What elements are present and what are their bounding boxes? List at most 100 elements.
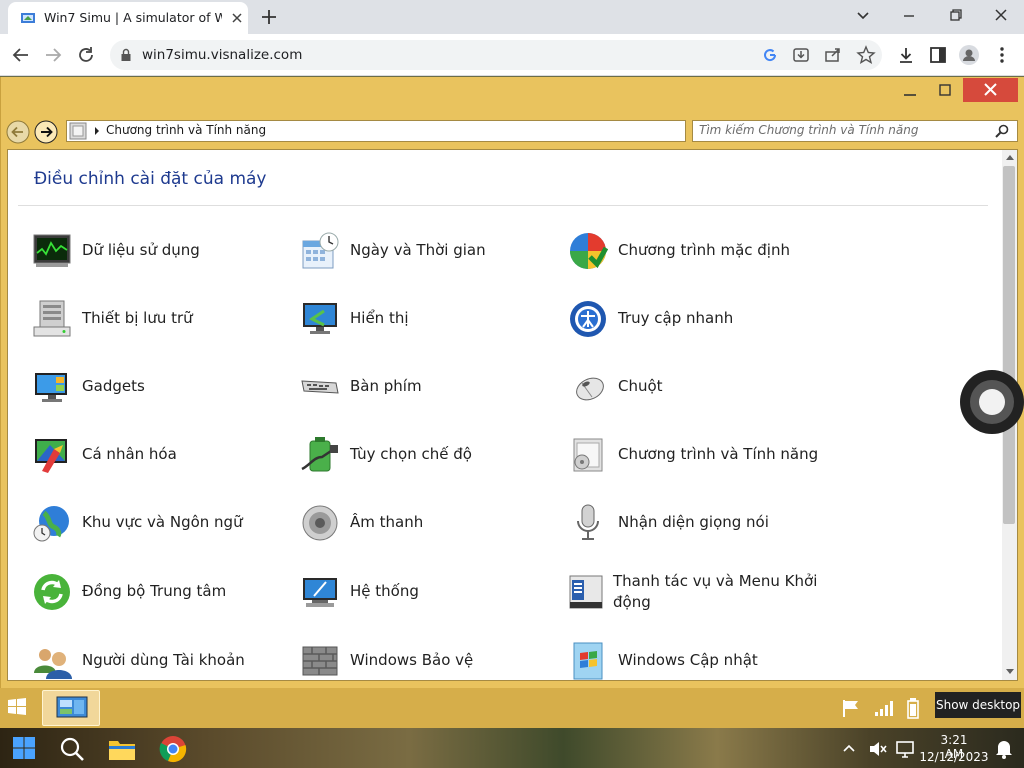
scroll-up-arrow-icon[interactable]: [1005, 153, 1015, 161]
sync-center-icon: [32, 572, 72, 612]
keyboard-icon: [300, 367, 340, 407]
cp-item-speech-recognition[interactable]: Nhận diện giọng nói: [568, 503, 828, 543]
cp-item-label: Chuột: [618, 377, 663, 395]
browser-minimize-icon[interactable]: [896, 4, 922, 28]
google-icon[interactable]: [759, 44, 781, 66]
cp-item-programs-features[interactable]: Chương trình và Tính năng: [568, 435, 828, 475]
taskbar-control-panel-button[interactable]: [42, 690, 100, 726]
breadcrumb[interactable]: Chương trình và Tính năng: [106, 123, 266, 137]
cp-item-label: Cá nhân hóa: [82, 445, 177, 463]
notification-bell-icon[interactable]: [994, 738, 1014, 760]
cp-item-mouse[interactable]: Chuột: [568, 367, 828, 407]
scroll-down-arrow-icon[interactable]: [1005, 668, 1015, 676]
cp-item-label: Truy cập nhanh: [618, 309, 734, 327]
os-clock-date[interactable]: 12/12/2023: [918, 750, 990, 764]
profile-avatar-icon[interactable]: [958, 44, 980, 66]
browser-close-icon[interactable]: [988, 4, 1014, 28]
scrollbar-thumb[interactable]: [1003, 166, 1015, 524]
breadcrumb-arrow-icon[interactable]: [93, 126, 101, 136]
lock-icon[interactable]: [120, 48, 132, 62]
cp-item-label: Windows Cập nhật: [618, 651, 758, 669]
battery-icon[interactable]: [906, 697, 920, 719]
browser-tab[interactable]: Win7 Simu | A simulator of Wind: [8, 2, 248, 34]
control-panel-location-icon: [69, 122, 87, 140]
cp-item-label: Âm thanh: [350, 513, 424, 531]
action-center-flag-icon[interactable]: [841, 698, 861, 718]
file-explorer-icon[interactable]: [108, 736, 136, 762]
cp-item-display[interactable]: Hiển thị: [300, 299, 540, 339]
storage-device-icon: [32, 299, 72, 339]
microphone-icon: [568, 503, 608, 543]
cp-item-storage[interactable]: Thiết bị lưu trữ: [32, 299, 272, 339]
date-time-icon: [300, 231, 340, 271]
explorer-back-icon[interactable]: [5, 119, 31, 145]
page-title: Điều chỉnh cài đặt của máy: [34, 169, 267, 189]
cp-item-power-options[interactable]: Tùy chọn chế độ: [300, 435, 540, 475]
cp-item-windows-update[interactable]: Windows Cập nhật: [568, 641, 828, 681]
cp-item-ease-of-access[interactable]: Truy cập nhanh: [568, 299, 828, 339]
back-arrow-icon[interactable]: [10, 44, 32, 66]
cp-item-date-time[interactable]: Ngày và Thời gian: [300, 231, 540, 271]
cp-item-system[interactable]: Hệ thống: [300, 572, 540, 612]
sound-icon: [300, 503, 340, 543]
cp-item-user-accounts[interactable]: Người dùng Tài khoản: [32, 641, 272, 681]
more-menu-icon[interactable]: [991, 44, 1013, 66]
url-text: win7simu.visnalize.com: [142, 47, 303, 63]
forward-arrow-icon[interactable]: [42, 44, 64, 66]
default-programs-icon: [568, 231, 608, 271]
speaker-muted-icon[interactable]: [868, 740, 888, 758]
cp-item-label: Nhận diện giọng nói: [618, 513, 769, 531]
cp-item-sync-center[interactable]: Đồng bộ Trung tâm: [32, 572, 272, 612]
download-icon[interactable]: [895, 44, 917, 66]
start-windows-logo-icon[interactable]: [6, 696, 28, 718]
os-search-icon[interactable]: [59, 736, 85, 762]
cp-item-label: Bàn phím: [350, 377, 422, 395]
chrome-icon[interactable]: [159, 735, 187, 763]
cp-item-keyboard[interactable]: Bàn phím: [300, 367, 540, 407]
cp-item-sound[interactable]: Âm thanh: [300, 503, 540, 543]
cp-item-default-programs[interactable]: Chương trình mặc định: [568, 231, 828, 271]
share-icon[interactable]: [822, 44, 844, 66]
cp-item-label: Gadgets: [82, 377, 145, 395]
network-signal-icon[interactable]: [873, 698, 895, 718]
cp-item-windows-defender[interactable]: Windows Bảo vệ: [300, 641, 540, 681]
bookmark-star-icon[interactable]: [855, 44, 877, 66]
cp-item-label: Thanh tác vụ và Menu Khởi động: [613, 572, 818, 611]
cp-item-label: Hệ thống: [350, 582, 419, 600]
cp-item-label: Tùy chọn chế độ: [350, 445, 472, 463]
power-options-icon: [300, 435, 340, 475]
window-maximize-icon[interactable]: [933, 82, 957, 100]
user-accounts-icon: [32, 641, 72, 681]
cp-item-label: Chương trình và Tính năng: [618, 445, 819, 463]
cp-item-gadgets[interactable]: Gadgets: [32, 367, 272, 407]
win7-favicon-icon: [20, 10, 36, 26]
search-icon[interactable]: [994, 123, 1010, 139]
os-start-icon[interactable]: [12, 736, 36, 760]
tab-title: Win7 Simu | A simulator of Wind: [44, 10, 222, 25]
search-placeholder: Tìm kiếm Chương trình và Tính năng: [699, 123, 919, 137]
cp-item-taskbar-start-menu[interactable]: Thanh tác vụ và Menu Khởi động: [568, 572, 828, 616]
heading-divider: [18, 205, 988, 206]
side-panel-icon[interactable]: [927, 44, 949, 66]
cp-item-region-language[interactable]: Khu vực và Ngôn ngữ: [32, 503, 272, 543]
reload-icon[interactable]: [75, 44, 97, 66]
install-app-icon[interactable]: [790, 44, 812, 66]
cp-item-usage-data[interactable]: Dữ liệu sử dụng: [32, 231, 272, 271]
window-close-button[interactable]: [963, 78, 1018, 102]
cp-item-label: Đồng bộ Trung tâm: [82, 582, 227, 600]
cp-item-label: Khu vực và Ngôn ngữ: [82, 513, 243, 531]
mouse-icon: [568, 367, 608, 407]
browser-restore-icon[interactable]: [942, 4, 968, 28]
new-tab-icon[interactable]: [258, 6, 280, 28]
explorer-forward-icon[interactable]: [33, 119, 59, 145]
cp-item-personalization[interactable]: Cá nhân hóa: [32, 435, 272, 475]
taskbar-start-menu-icon: [568, 572, 608, 612]
cp-item-label: Hiển thị: [350, 309, 409, 327]
ease-of-access-icon: [568, 299, 608, 339]
window-minimize-icon[interactable]: [898, 84, 922, 100]
display-tray-icon[interactable]: [895, 739, 915, 759]
tab-close-icon[interactable]: [228, 9, 246, 27]
tray-chevron-up-icon[interactable]: [842, 742, 856, 754]
tab-search-chevron-icon[interactable]: [850, 4, 876, 28]
win7-taskbar: [0, 688, 1024, 728]
